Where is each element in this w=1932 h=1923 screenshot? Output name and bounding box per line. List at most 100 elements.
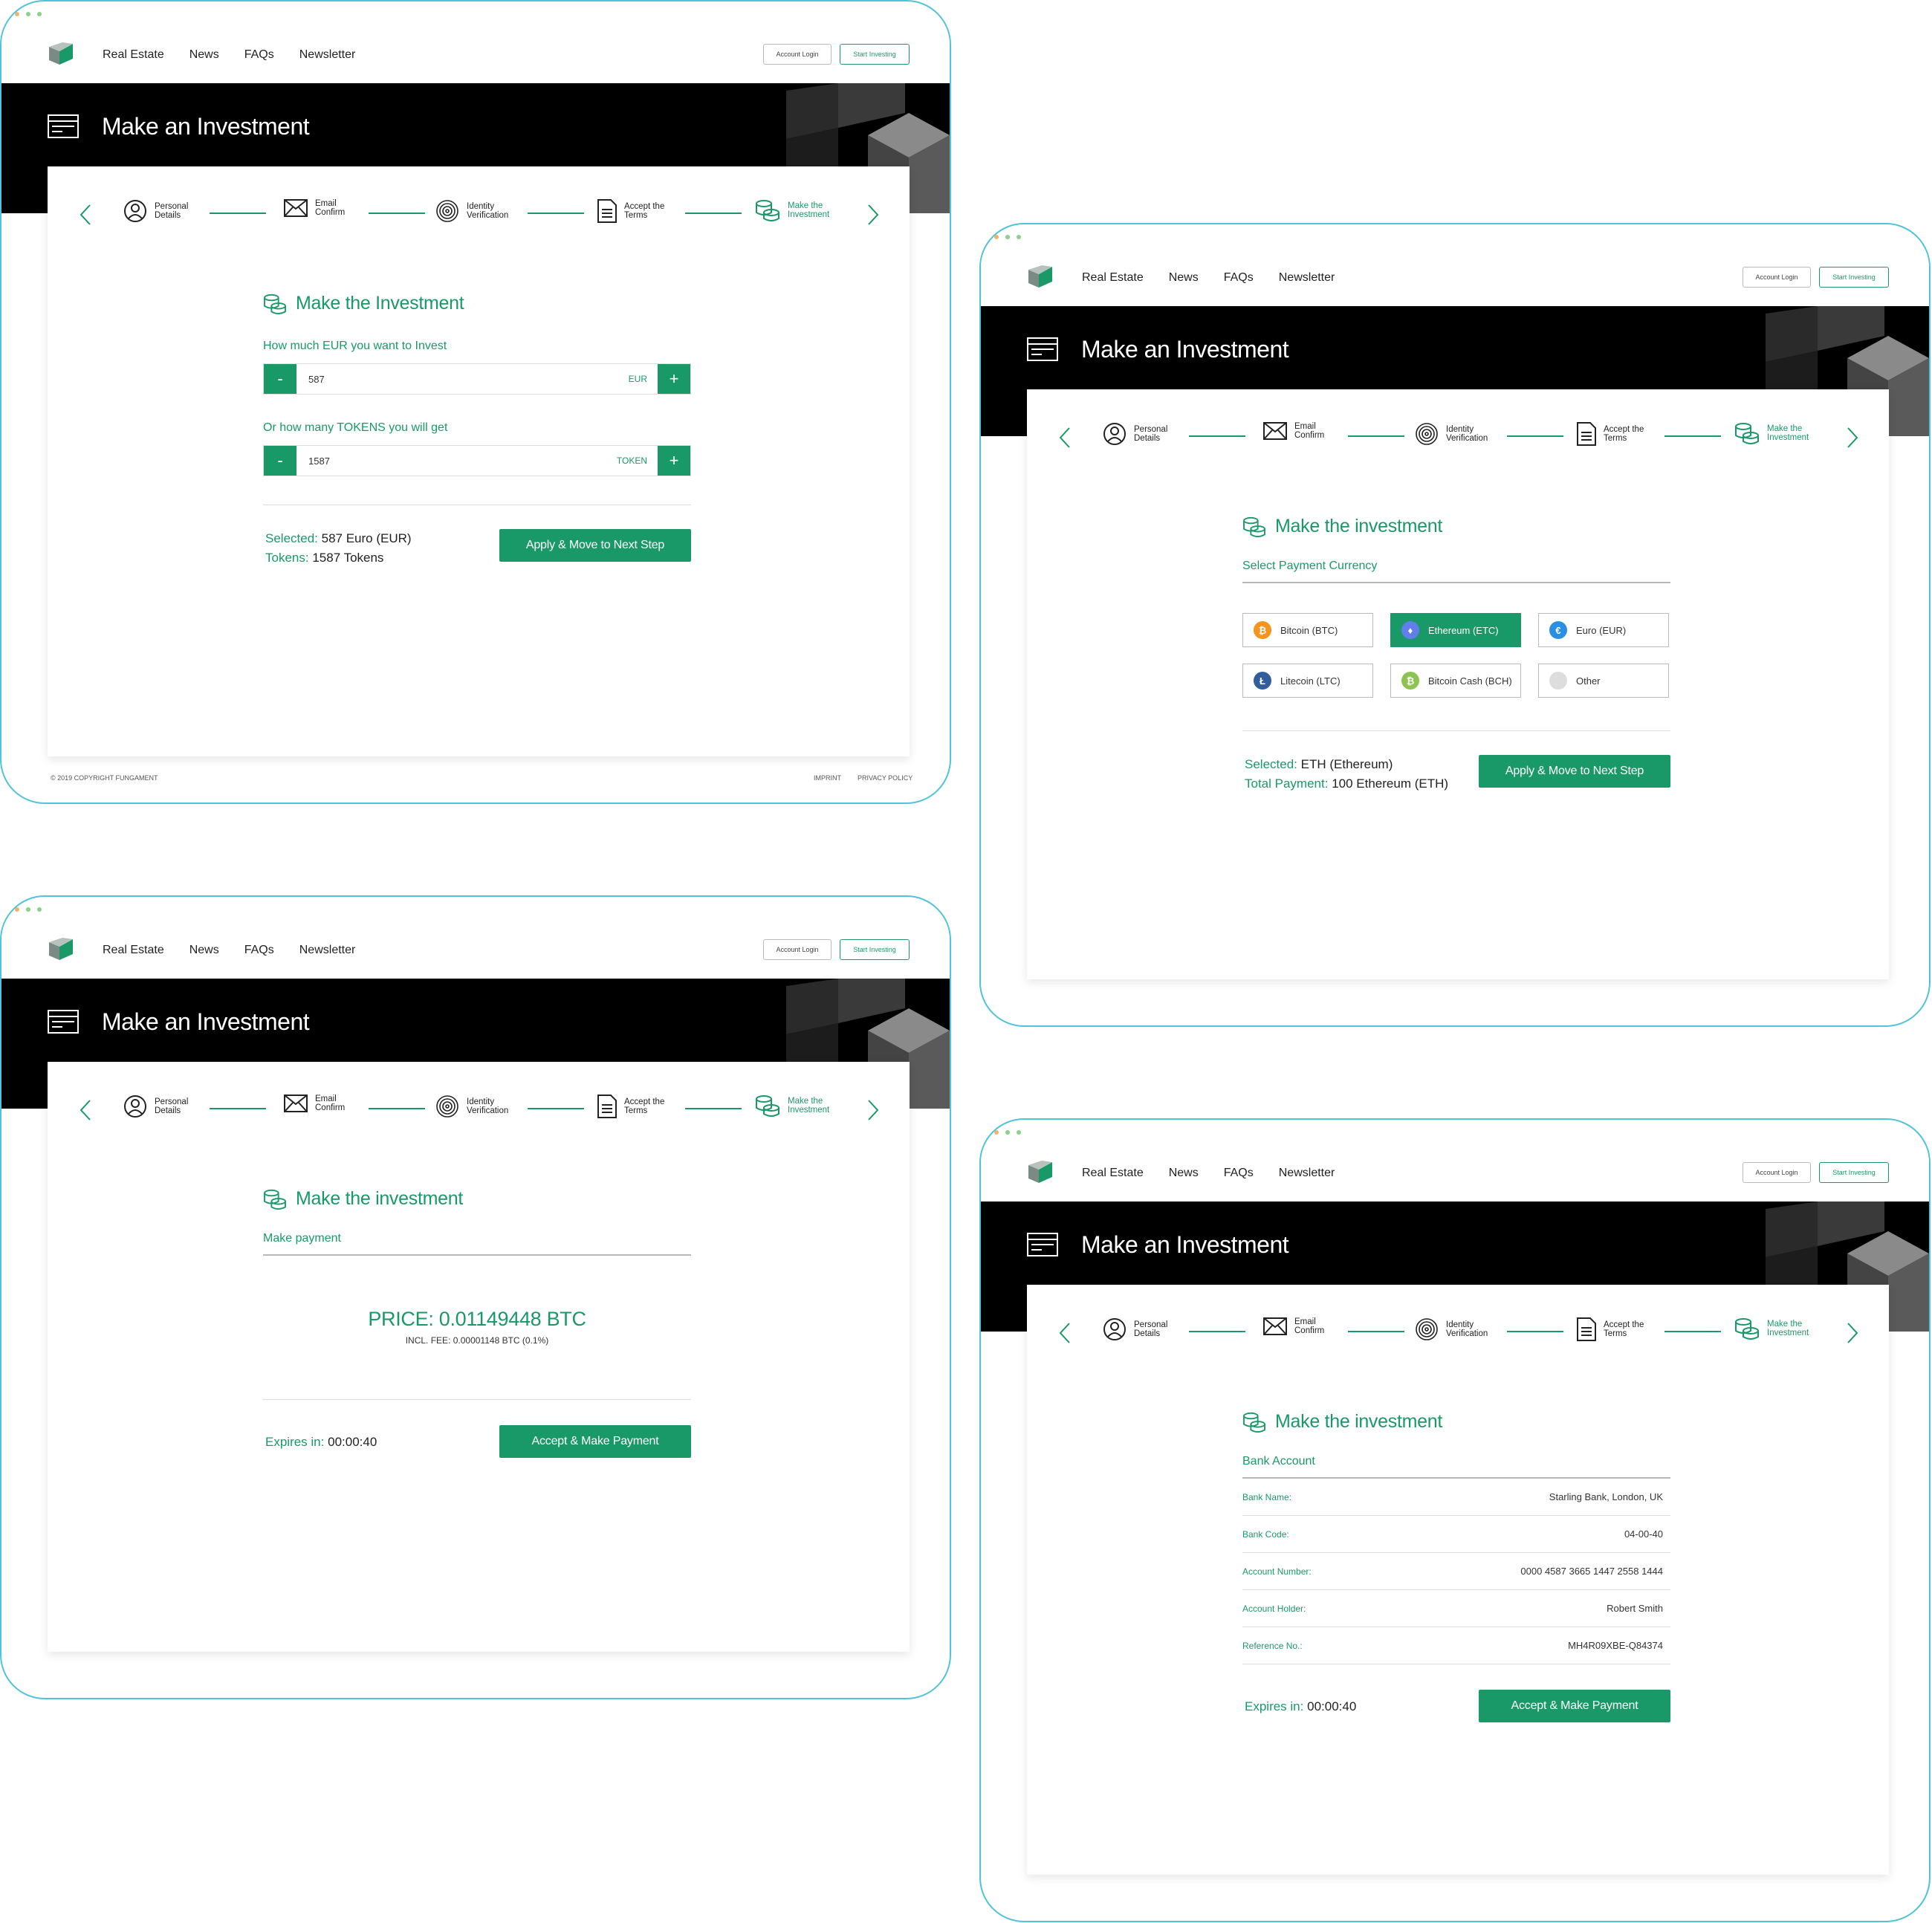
brand-logo-icon[interactable] xyxy=(48,42,74,66)
account-login-button[interactable]: Account Login xyxy=(1743,267,1811,288)
step-connector xyxy=(1189,435,1245,437)
token-amount-input[interactable]: 1587 xyxy=(296,446,617,476)
nav-faqs[interactable]: FAQs xyxy=(1224,1167,1254,1180)
token-increment-button[interactable]: + xyxy=(658,446,690,476)
step-accept-terms[interactable]: Accept the Terms xyxy=(1577,1317,1656,1341)
account-login-button[interactable]: Account Login xyxy=(763,939,832,960)
summary-row: Selected: 587 Euro (EUR) Tokens: 1587 To… xyxy=(263,529,691,566)
step-personal-details[interactable]: Personal Details xyxy=(123,1095,207,1118)
step-email-confirm[interactable]: Email Confirm xyxy=(284,199,367,217)
currency-options: ₿ Bitcoin (BTC) ♦ Ethereum (ETC) € Euro (EUR)… xyxy=(1242,613,1670,698)
chevron-left-icon[interactable] xyxy=(1058,1322,1072,1344)
nav-newsletter[interactable]: Newsletter xyxy=(1279,271,1335,285)
currency-option[interactable]: ♦ Ethereum (ETC) xyxy=(1390,613,1521,647)
step-connector xyxy=(369,1108,425,1109)
nav-news[interactable]: News xyxy=(1169,271,1199,285)
step-email-confirm[interactable]: Email Confirm xyxy=(284,1095,367,1112)
step-accept-terms[interactable]: Accept the Terms xyxy=(597,199,676,223)
step-connector xyxy=(1507,1331,1563,1332)
step-connector xyxy=(1348,1331,1404,1332)
nav-news[interactable]: News xyxy=(1169,1167,1199,1180)
tokens-label: Tokens: xyxy=(265,551,309,565)
currency-option[interactable]: Ł Litecoin (LTC) xyxy=(1242,664,1373,698)
apply-next-step-button[interactable]: Apply & Move to Next Step xyxy=(1479,755,1670,788)
accept-make-payment-button[interactable]: Accept & Make Payment xyxy=(499,1425,691,1458)
chevron-right-icon[interactable] xyxy=(866,204,880,226)
nav-newsletter[interactable]: Newsletter xyxy=(299,944,356,957)
currency-option[interactable]: Other xyxy=(1538,664,1669,698)
nav-news[interactable]: News xyxy=(189,48,219,62)
nav-faqs[interactable]: FAQs xyxy=(1224,271,1254,285)
step-make-investment[interactable]: Make the Investment xyxy=(1734,1317,1819,1340)
step-identity-verification[interactable]: Identity Verification xyxy=(1415,1317,1498,1341)
nav-real-estate[interactable]: Real Estate xyxy=(103,48,164,62)
chevron-right-icon[interactable] xyxy=(1846,427,1859,449)
bank-detail-value: Robert Smith xyxy=(1607,1603,1663,1614)
nav-real-estate[interactable]: Real Estate xyxy=(103,944,164,957)
eur-increment-button[interactable]: + xyxy=(658,364,690,394)
step-email-confirm[interactable]: Email Confirm xyxy=(1263,422,1346,440)
imprint-link[interactable]: IMPRINT xyxy=(814,774,841,782)
nav-faqs[interactable]: FAQs xyxy=(244,944,274,957)
currency-icon: ♦ xyxy=(1401,621,1419,639)
currency-option[interactable]: € Euro (EUR) xyxy=(1538,613,1669,647)
chevron-right-icon[interactable] xyxy=(866,1099,880,1121)
start-investing-button[interactable]: Start Investing xyxy=(1819,1162,1889,1183)
currency-label: Other xyxy=(1576,675,1601,687)
section-divider xyxy=(263,1399,691,1400)
nav-real-estate[interactable]: Real Estate xyxy=(1082,1167,1144,1180)
coins-icon xyxy=(756,1095,779,1117)
window-dots xyxy=(15,12,42,16)
eur-unit-label: EUR xyxy=(628,374,647,384)
nav-newsletter[interactable]: Newsletter xyxy=(1279,1167,1335,1180)
nav-news[interactable]: News xyxy=(189,944,219,957)
chevron-right-icon[interactable] xyxy=(1846,1322,1859,1344)
investment-card: Personal Details Email Confirm Identity … xyxy=(1027,1285,1889,1875)
step-personal-details[interactable]: Personal Details xyxy=(1103,422,1186,446)
currency-option[interactable]: ₿ Bitcoin (BTC) xyxy=(1242,613,1373,647)
step-email-confirm[interactable]: Email Confirm xyxy=(1263,1317,1346,1335)
eur-amount-input[interactable]: 587 xyxy=(296,364,629,394)
step-identity-verification[interactable]: Identity Verification xyxy=(435,1095,519,1118)
main-nav: Real Estate News FAQs Newsletter xyxy=(103,944,355,957)
expires-label: Expires in: xyxy=(1245,1699,1304,1713)
start-investing-button[interactable]: Start Investing xyxy=(840,939,910,960)
chevron-left-icon[interactable] xyxy=(79,1099,92,1121)
step-accept-terms[interactable]: Accept the Terms xyxy=(597,1095,676,1118)
step-personal-details[interactable]: Personal Details xyxy=(123,199,207,223)
nav-newsletter[interactable]: Newsletter xyxy=(299,48,356,62)
step-make-investment[interactable]: Make the Investment xyxy=(755,1095,840,1117)
chevron-left-icon[interactable] xyxy=(79,204,92,226)
apply-next-step-button[interactable]: Apply & Move to Next Step xyxy=(499,529,691,562)
accept-make-payment-button[interactable]: Accept & Make Payment xyxy=(1479,1690,1670,1722)
envelope-icon xyxy=(1263,1317,1287,1335)
fee-note: INCL. FEE: 0.00001148 BTC (0.1%) xyxy=(405,1335,549,1346)
start-investing-button[interactable]: Start Investing xyxy=(840,44,910,65)
brand-logo-icon[interactable] xyxy=(48,938,74,962)
bank-detail-value: 04-00-40 xyxy=(1624,1528,1663,1540)
token-decrement-button[interactable]: - xyxy=(264,446,296,476)
step-make-investment[interactable]: Make the Investment xyxy=(1734,422,1819,444)
nav-real-estate[interactable]: Real Estate xyxy=(1082,271,1144,285)
step-accept-terms[interactable]: Accept the Terms xyxy=(1577,422,1656,446)
account-login-button[interactable]: Account Login xyxy=(763,44,832,65)
start-investing-button[interactable]: Start Investing xyxy=(1819,267,1889,288)
step-connector xyxy=(1348,435,1404,437)
brand-logo-icon[interactable] xyxy=(1027,265,1054,289)
account-login-button[interactable]: Account Login xyxy=(1743,1162,1811,1183)
window-bank-account: Real Estate News FAQs Newsletter Account… xyxy=(979,1118,1931,1922)
currency-option[interactable]: ₿ Bitcoin Cash (BCH) xyxy=(1390,664,1521,698)
step-identity-verification[interactable]: Identity Verification xyxy=(435,199,519,223)
user-icon xyxy=(1103,1318,1126,1340)
eur-decrement-button[interactable]: - xyxy=(264,364,296,394)
nav-faqs[interactable]: FAQs xyxy=(244,48,274,62)
step-personal-details[interactable]: Personal Details xyxy=(1103,1317,1186,1341)
brand-logo-icon[interactable] xyxy=(1027,1161,1054,1184)
privacy-policy-link[interactable]: PRIVACY POLICY xyxy=(858,774,912,782)
bank-detail-row: Account Holder: Robert Smith xyxy=(1242,1590,1670,1627)
step-content: Make the Investment How much EUR you wan… xyxy=(263,293,691,566)
coins-icon xyxy=(264,1189,286,1210)
step-identity-verification[interactable]: Identity Verification xyxy=(1415,422,1498,446)
chevron-left-icon[interactable] xyxy=(1058,427,1072,449)
step-make-investment[interactable]: Make the Investment xyxy=(755,199,840,221)
